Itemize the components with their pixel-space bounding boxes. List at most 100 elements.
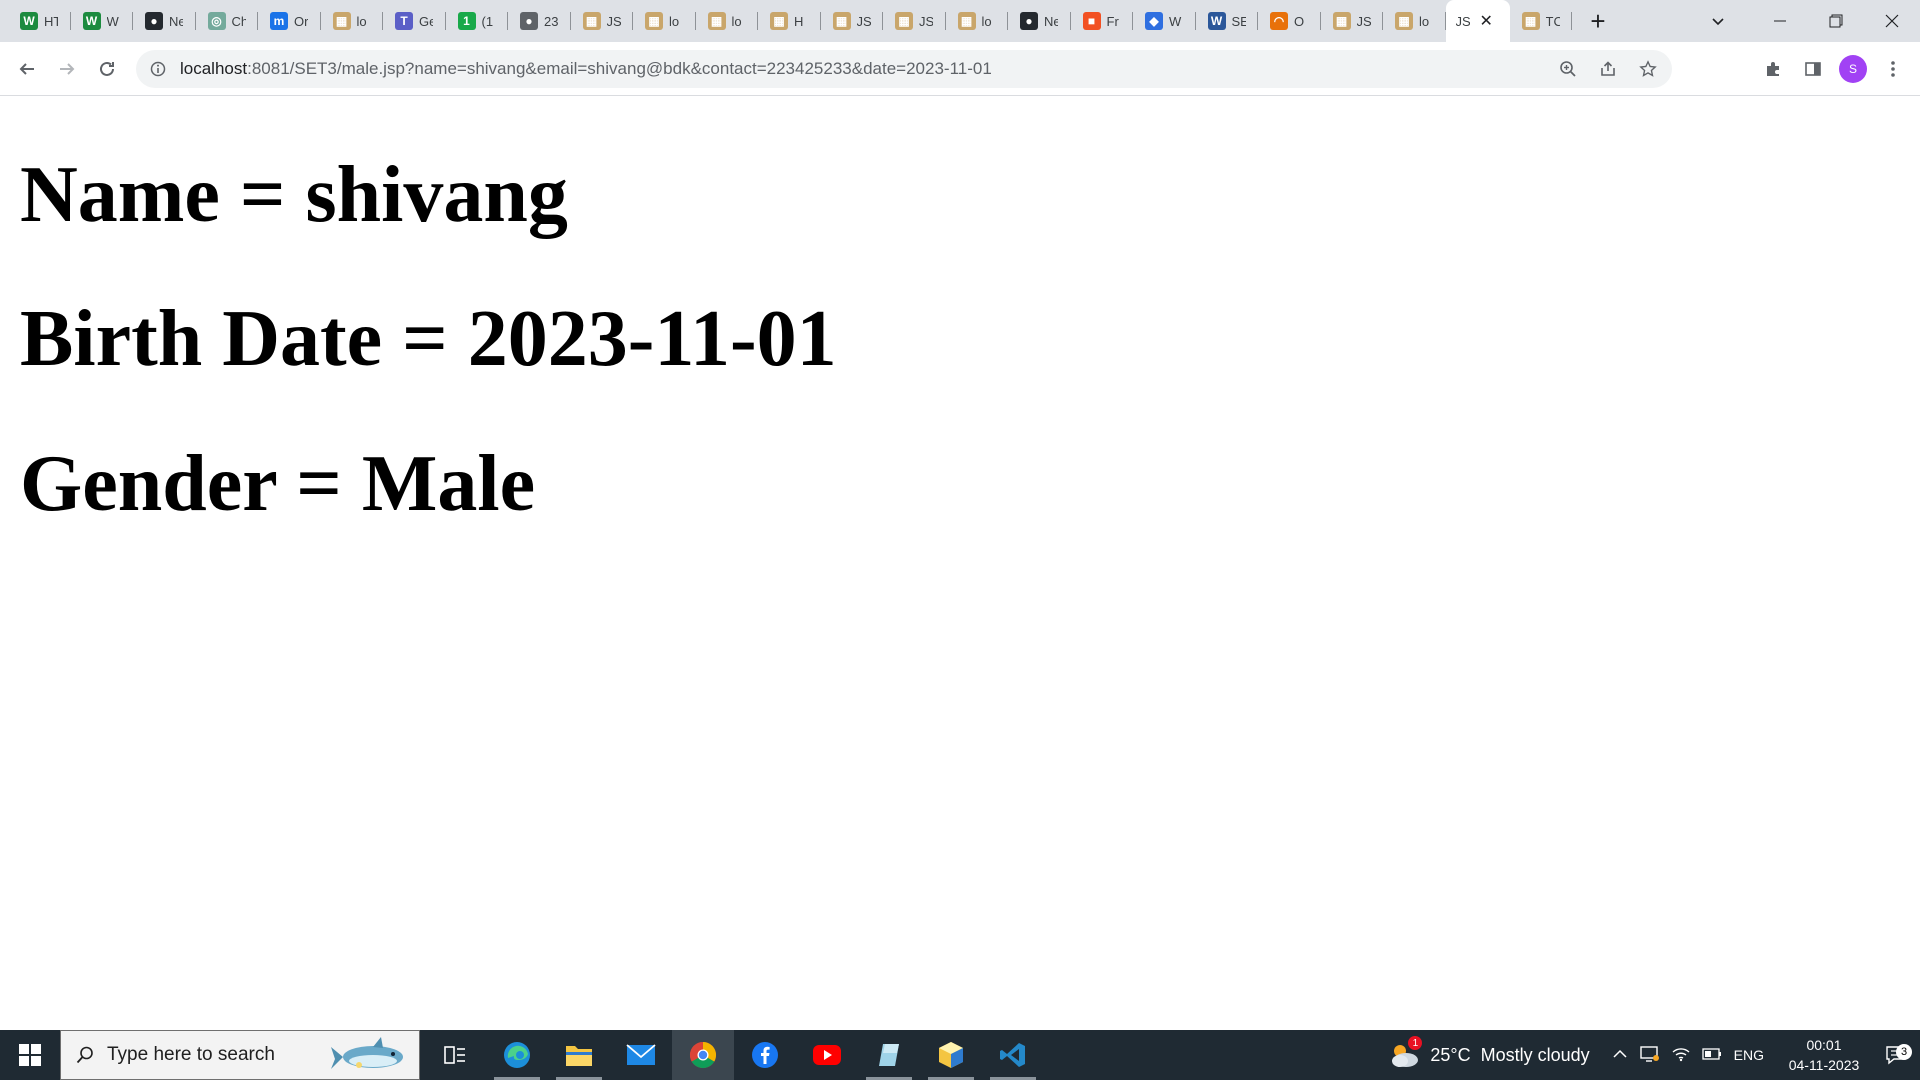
folder-icon [566, 1046, 592, 1066]
browser-tab[interactable]: ◎ Ch [196, 0, 259, 42]
tab-search-button[interactable] [1700, 0, 1736, 42]
browser-tab[interactable]: ▦ lo [633, 0, 696, 42]
back-button[interactable] [7, 49, 47, 89]
browser-tab[interactable]: 1 (1 [446, 0, 509, 42]
browser-tab[interactable]: ● Ne [133, 0, 196, 42]
search-highlight-illustration [331, 1037, 403, 1069]
browser-tab[interactable]: ▦ JS [571, 0, 634, 42]
search-placeholder: Type here to search [107, 1044, 275, 1065]
notification-center-button[interactable]: 3 [1872, 1044, 1920, 1066]
clock-time: 00:01 [1806, 1037, 1842, 1053]
browser-tab[interactable]: ▦ lo [1383, 0, 1446, 42]
puzzle-icon [1767, 62, 1779, 76]
cube-app[interactable] [920, 1030, 982, 1080]
side-panel-button[interactable] [1796, 52, 1830, 86]
browser-tab[interactable]: ▦ lo [946, 0, 1009, 42]
browser-tab[interactable]: ◠ O [1258, 0, 1321, 42]
address-bar[interactable]: localhost:8081/SET3/male.jsp?name=shivan… [136, 50, 1672, 88]
broken-image-icon: ▦ [645, 12, 663, 30]
youtube-app[interactable] [796, 1030, 858, 1080]
network-button[interactable] [1672, 1046, 1690, 1065]
broken-image-icon: ▦ [957, 12, 976, 30]
minimize-button[interactable] [1752, 0, 1808, 42]
weather-icon: 1 [1388, 1036, 1423, 1070]
broken-image-icon: ▦ [1395, 12, 1413, 30]
new-tab-button[interactable]: + [1578, 0, 1618, 42]
browser-tab[interactable]: ▦ lo [321, 0, 384, 42]
taskbar-search[interactable]: Type here to search [60, 1030, 420, 1080]
browser-tab[interactable]: ● 23 [508, 0, 571, 42]
vscode-app[interactable] [982, 1030, 1044, 1080]
chrome-app[interactable] [672, 1030, 734, 1080]
mail-app[interactable] [610, 1030, 672, 1080]
browser-tab[interactable]: ▦ lo [696, 0, 759, 42]
notepad-app[interactable] [858, 1030, 920, 1080]
browser-tab[interactable]: JS ✕ [1445, 0, 1510, 42]
birth-date-heading: Birth Date = 2023-11-01 [20, 295, 837, 383]
browser-tab[interactable]: ▦ JS [883, 0, 946, 42]
close-window-button[interactable] [1864, 0, 1920, 42]
browser-tab[interactable]: W SE [1196, 0, 1259, 42]
browser-tab[interactable]: ■ Fr [1071, 0, 1134, 42]
browser-tab[interactable]: ▦ TC [1510, 0, 1573, 42]
share-button[interactable] [1592, 53, 1624, 85]
browser-tab[interactable]: ● Ne [1008, 0, 1071, 42]
word-icon: W [1207, 12, 1226, 30]
browser-tab[interactable]: W HT [8, 0, 71, 42]
tab-title: 23 [544, 13, 558, 29]
edge-icon [504, 1042, 530, 1068]
notification-count: 3 [1896, 1044, 1912, 1060]
weather-widget[interactable]: 1 25°C Mostly cloudy [1388, 1036, 1590, 1070]
close-tab-icon[interactable]: ✕ [1480, 11, 1493, 31]
bookmark-button[interactable] [1632, 53, 1664, 85]
star-icon [1639, 60, 1657, 77]
page-content: Name = shivang Birth Date = 2023-11-01 G… [0, 97, 1920, 1030]
tab-title: HT [44, 13, 58, 29]
tab-title: JS [1356, 13, 1371, 29]
browser-tab[interactable]: m Or [258, 0, 321, 42]
search-icon [76, 1046, 93, 1064]
w-icon: W [82, 12, 101, 30]
browser-tab[interactable]: ▦ JS [1321, 0, 1384, 42]
tab-title: W [1169, 13, 1182, 29]
show-hidden-icons-button[interactable] [1612, 1046, 1628, 1065]
battery-button[interactable] [1702, 1047, 1722, 1063]
tray-icons: ENG [1612, 1045, 1764, 1066]
browser-tab[interactable]: WW [71, 0, 134, 42]
file-explorer-app[interactable] [548, 1030, 610, 1080]
edge-app[interactable] [486, 1030, 548, 1080]
tab-title: Ne [1044, 13, 1058, 29]
tab-title: JS [606, 13, 621, 29]
system-tray: 1 25°C Mostly cloudy ENG 00:01 04-11-202… [1388, 1030, 1920, 1080]
language-indicator[interactable]: ENG [1734, 1047, 1764, 1063]
tab-title: W [106, 13, 119, 29]
tab-title: lo [731, 13, 742, 29]
teams-icon: T [395, 12, 413, 30]
extensions-button[interactable] [1756, 52, 1790, 86]
share-icon [1601, 61, 1615, 76]
facebook-app[interactable] [734, 1030, 796, 1080]
monitor-icon [1639, 1045, 1659, 1062]
battery-icon [1702, 1048, 1721, 1060]
browser-tab[interactable]: ◆ W [1133, 0, 1196, 42]
tab-title: SE [1231, 13, 1246, 29]
zoom-button[interactable] [1552, 53, 1584, 85]
meet-now-button[interactable] [1639, 1045, 1660, 1066]
browser-toolbar: localhost:8081/SET3/male.jsp?name=shivan… [0, 42, 1920, 96]
task-view-button[interactable] [424, 1030, 486, 1080]
reload-button[interactable] [87, 49, 127, 89]
profile-button[interactable]: S [1836, 52, 1870, 86]
menu-button[interactable] [1876, 52, 1910, 86]
browser-tab[interactable]: ▦ H [758, 0, 821, 42]
browser-tab[interactable]: ▦ JS [821, 0, 884, 42]
forward-button[interactable] [47, 49, 87, 89]
tab-title: lo [356, 13, 367, 29]
clock[interactable]: 00:01 04-11-2023 [1776, 1035, 1872, 1075]
tab-title: O [1294, 13, 1305, 29]
restore-button[interactable] [1808, 0, 1864, 42]
minimize-icon [1774, 20, 1786, 22]
browser-tab[interactable]: T Ge [383, 0, 446, 42]
tab-title: lo [981, 13, 992, 29]
site-info-icon[interactable] [148, 59, 168, 79]
start-button[interactable] [0, 1030, 60, 1080]
